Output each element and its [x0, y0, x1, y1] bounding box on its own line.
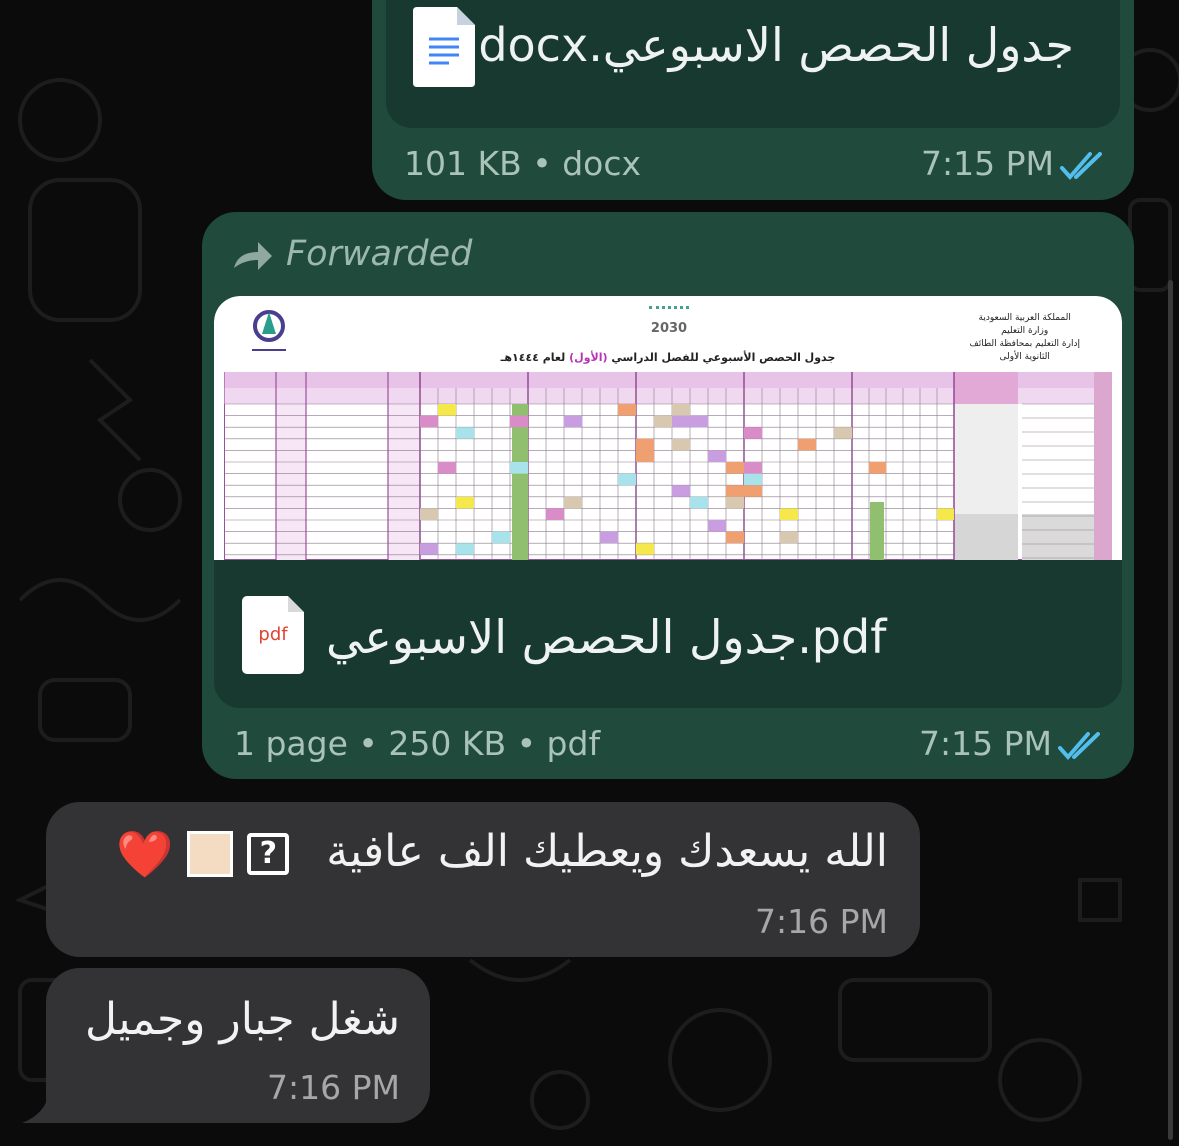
emoji-row: ❤️ ?	[116, 826, 290, 882]
forwarded-label: Forwarded	[286, 234, 473, 274]
scrollbar[interactable]	[1168, 280, 1173, 1140]
unknown-glyph-icon: ?	[247, 833, 290, 875]
message-praise[interactable]: شغل جبار وجميل 7:16 PM	[46, 968, 430, 1123]
google-docs-icon	[413, 7, 475, 87]
message-docx[interactable]: جدول الحصص الاسبوعي.docx 101 KB • docx 7…	[372, 0, 1134, 200]
message-text: الله يسعدك ويعطيك الف عافية	[326, 826, 888, 877]
pdf-file-icon: pdf	[242, 596, 304, 674]
message-time: 7:16 PM	[267, 1068, 400, 1107]
unsupported-emoji-box	[187, 831, 234, 877]
file-meta: 1 page • 250 KB • pdf	[234, 724, 601, 763]
forward-arrow-icon	[234, 242, 272, 270]
school-logo	[252, 310, 286, 351]
file-meta: 101 KB • docx	[404, 144, 642, 183]
message-pdf[interactable]: Forwarded المملكة العربية السعودية وزارة…	[202, 212, 1134, 779]
message-text: شغل جبار وجميل	[84, 994, 400, 1045]
read-double-check-icon	[1060, 152, 1102, 181]
document-card[interactable]: المملكة العربية السعودية وزارة التعليم إ…	[214, 296, 1122, 708]
bubble-tail	[22, 1090, 62, 1123]
message-time: 7:16 PM	[755, 902, 888, 941]
heart-emoji: ❤️	[116, 826, 174, 881]
schedule-table-preview	[224, 372, 1112, 560]
message-thanks[interactable]: الله يسعدك ويعطيك الف عافية ❤️ ? 7:16 PM	[46, 802, 920, 957]
read-double-check-icon	[1058, 732, 1100, 761]
document-card[interactable]: جدول الحصص الاسبوعي.docx	[386, 0, 1120, 128]
file-name: جدول الحصص الاسبوعي.docx	[478, 18, 1074, 72]
preview-title: جدول الحصص الأسبوعي للفصل الدراسي (الأول…	[500, 351, 836, 364]
message-time: 7:15 PM	[921, 144, 1054, 183]
message-time: 7:15 PM	[919, 724, 1052, 763]
file-name: جدول الحصص الاسبوعي.pdf	[326, 610, 887, 664]
pdf-preview[interactable]: المملكة العربية السعودية وزارة التعليم إ…	[214, 296, 1122, 560]
vision-2030-logo: 2030	[639, 306, 699, 336]
